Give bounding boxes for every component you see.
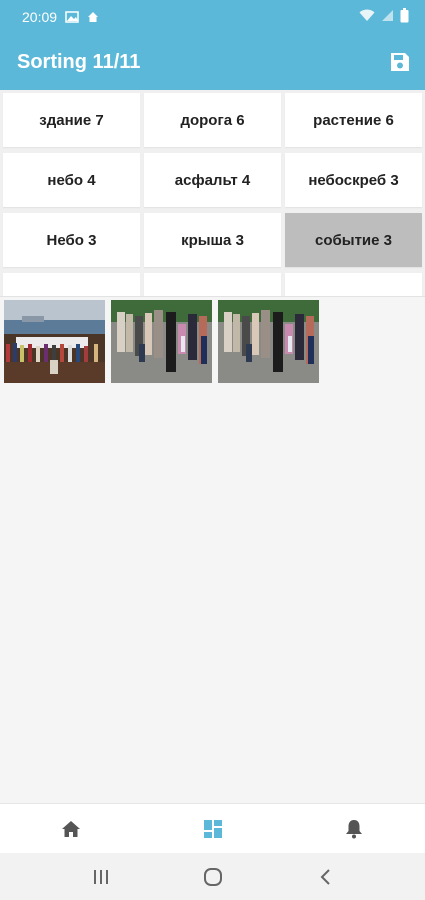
status-bar: 20:09: [0, 0, 425, 34]
tag-button[interactable]: [144, 273, 281, 296]
tag-button[interactable]: [3, 273, 140, 296]
home-circle-button[interactable]: [157, 867, 269, 887]
tag-button[interactable]: крыша 3: [144, 213, 281, 267]
save-icon: [391, 53, 409, 71]
wifi-icon: [359, 9, 375, 25]
app-bar: Sorting 11/11: [0, 34, 425, 90]
nav-home[interactable]: [0, 804, 142, 854]
photo-thumbnail[interactable]: [218, 300, 319, 383]
status-time: 20:09: [22, 9, 58, 25]
save-button[interactable]: [388, 50, 412, 74]
bell-icon: [346, 820, 363, 839]
dashboard-icon: [203, 820, 222, 838]
signal-icon: [381, 9, 394, 25]
back-button[interactable]: [269, 868, 381, 886]
tag-button[interactable]: асфальт 4: [144, 153, 281, 207]
tag-label: дорога 6: [180, 111, 245, 129]
home-circle-icon: [203, 867, 222, 886]
tag-label: растение 6: [313, 111, 394, 129]
photo-thumbnail[interactable]: [111, 300, 212, 383]
recent-apps-icon: [93, 869, 108, 884]
tag-label: небоскреб 3: [308, 171, 399, 189]
tag-button[interactable]: Небо 3: [3, 213, 140, 267]
page-title: Sorting 11/11: [17, 50, 141, 73]
tag-grid: здание 7 дорога 6 растение 6 небо 4 асфа…: [0, 90, 425, 297]
tag-button[interactable]: небоскреб 3: [285, 153, 422, 207]
battery-icon: [400, 8, 409, 26]
tag-label: асфальт 4: [174, 171, 251, 189]
photo-thumbnail[interactable]: [4, 300, 105, 383]
photo-strip: [0, 300, 425, 383]
tag-button-selected[interactable]: событие 3: [285, 213, 422, 267]
system-navigation-bar: [0, 853, 425, 900]
nav-dashboard[interactable]: [142, 804, 284, 854]
tag-label: событие 3: [315, 231, 392, 249]
tag-label: здание 7: [39, 111, 104, 129]
home-small-icon: [87, 11, 99, 23]
nav-notifications[interactable]: [283, 804, 425, 854]
tag-label: Небо 3: [46, 231, 97, 249]
home-icon: [61, 821, 80, 837]
tag-button[interactable]: небо 4: [3, 153, 140, 207]
tag-button[interactable]: [285, 273, 422, 296]
tag-label: небо 4: [47, 171, 96, 189]
tag-button[interactable]: здание 7: [3, 93, 140, 147]
image-icon: [65, 11, 79, 23]
recent-apps-button[interactable]: [45, 869, 157, 885]
tag-button[interactable]: дорога 6: [144, 93, 281, 147]
tag-button[interactable]: растение 6: [285, 93, 422, 147]
back-icon: [320, 868, 330, 885]
bottom-navigation: [0, 803, 425, 854]
tag-label: крыша 3: [181, 231, 244, 249]
